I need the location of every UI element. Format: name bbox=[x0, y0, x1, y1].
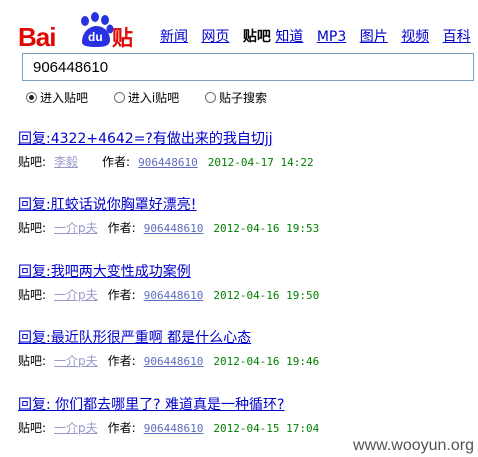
bar-label: 贴吧: bbox=[18, 221, 47, 235]
result-meta: 贴吧: 一介p夫 作者: 906448610 2012-04-15 17:04 bbox=[18, 419, 478, 436]
author-label: 作者: bbox=[107, 354, 136, 368]
bar-label: 贴吧: bbox=[18, 354, 47, 368]
radio-label: 贴子搜索 bbox=[219, 91, 268, 105]
radio-button-checked[interactable] bbox=[26, 92, 37, 103]
result-time: 2012-04-17 14:22 bbox=[207, 156, 314, 169]
result-uid-link[interactable]: 906448610 bbox=[144, 355, 204, 368]
result-meta: 贴吧: 一介p夫 作者: 906448610 2012-04-16 19:46 bbox=[18, 352, 478, 369]
author-label: 作者: bbox=[107, 288, 136, 302]
result-uid-link[interactable]: 906448610 bbox=[144, 222, 204, 235]
author-label: 作者: bbox=[107, 221, 136, 235]
result-meta: 贴吧: 李毅 作者: 906448610 2012-04-17 14:22 bbox=[18, 153, 478, 170]
result-title-link[interactable]: 回复: 你们都去哪里了? 难道真是一种循环? bbox=[18, 394, 478, 414]
result-author-link[interactable]: 一介p夫 bbox=[54, 419, 98, 436]
result-uid-link[interactable]: 906448610 bbox=[144, 289, 204, 302]
nav-item-baike[interactable]: 百科 bbox=[443, 29, 471, 45]
search-input[interactable] bbox=[23, 54, 473, 80]
nav-item-news[interactable]: 新闻 bbox=[160, 29, 188, 45]
result-time: 2012-04-15 17:04 bbox=[213, 422, 320, 435]
result-title-link[interactable]: 回复:4322+4642=?有做出来的我自切jj bbox=[18, 128, 478, 148]
result-author-link[interactable]: 李毅 bbox=[54, 153, 92, 170]
bar-label: 贴吧: bbox=[18, 421, 47, 435]
result-meta: 贴吧: 一介p夫 作者: 906448610 2012-04-16 19:50 bbox=[18, 286, 478, 303]
top-nav: 新闻 网页 贴吧 知道 MP3 图片 视频 百科 bbox=[160, 26, 478, 46]
nav-item-web[interactable]: 网页 bbox=[201, 29, 229, 45]
author-label: 作者: bbox=[107, 421, 136, 435]
watermark-text: www.wooyun.org bbox=[353, 437, 474, 454]
result-author-link[interactable]: 一介p夫 bbox=[54, 352, 98, 369]
result-title-link[interactable]: 回复:肛蛟话说你胸罩好漂亮! bbox=[18, 194, 478, 214]
result-meta: 贴吧: 一介p夫 作者: 906448610 2012-04-16 19:53 bbox=[18, 219, 478, 236]
search-mode-radios: 进入贴吧 进入i贴吧 贴子搜索 bbox=[26, 89, 289, 106]
nav-item-zhidao[interactable]: 知道 bbox=[275, 29, 303, 45]
result-time: 2012-04-16 19:46 bbox=[213, 355, 320, 368]
radio-button[interactable] bbox=[205, 92, 217, 103]
result-uid-link[interactable]: 906448610 bbox=[144, 422, 204, 435]
result-author-link[interactable]: 一介p夫 bbox=[54, 286, 98, 303]
nav-item-video[interactable]: 视频 bbox=[401, 29, 429, 45]
result-time: 2012-04-16 19:53 bbox=[213, 222, 320, 235]
logo-bai-text: Bai bbox=[18, 22, 56, 52]
radio-label: 进入i贴吧 bbox=[127, 91, 180, 105]
nav-item-mp3[interactable]: MP3 bbox=[317, 29, 346, 45]
radio-enter-tieba[interactable]: 进入贴吧 bbox=[26, 89, 88, 106]
nav-item-tieba: 贴吧 bbox=[242, 29, 271, 45]
radio-label: 进入贴吧 bbox=[40, 91, 89, 105]
radio-post-search[interactable]: 贴子搜索 bbox=[205, 89, 267, 106]
search-box bbox=[22, 53, 474, 81]
bar-label: 贴吧: bbox=[18, 288, 47, 302]
bar-label: 贴吧: bbox=[18, 155, 47, 169]
logo-du-text: du bbox=[88, 30, 103, 44]
result-author-link[interactable]: 一介p夫 bbox=[54, 219, 98, 236]
result-uid-link[interactable]: 906448610 bbox=[138, 156, 198, 169]
baidu-tieba-logo[interactable]: Bai du 贴吧 bbox=[18, 8, 148, 80]
radio-enter-itieba[interactable]: 进入i贴吧 bbox=[113, 89, 180, 106]
nav-item-images[interactable]: 图片 bbox=[360, 29, 388, 45]
result-time: 2012-04-16 19:50 bbox=[213, 289, 320, 302]
author-label: 作者: bbox=[102, 155, 131, 169]
result-item: 回复: 你们都去哪里了? 难道真是一种循环? 贴吧: 一介p夫 作者: 9064486… bbox=[18, 394, 478, 436]
result-title-link[interactable]: 回复:最近队形很严重啊 都是什么心态 bbox=[18, 327, 478, 347]
result-item: 回复:最近队形很严重啊 都是什么心态 贴吧: 一介p夫 作者: 906448610 20… bbox=[18, 327, 478, 369]
radio-button[interactable] bbox=[113, 92, 125, 103]
result-title-link[interactable]: 回复:我吧两大变性成功案例 bbox=[18, 261, 478, 281]
result-item: 回复:我吧两大变性成功案例 贴吧: 一介p夫 作者: 906448610 2012-04… bbox=[18, 261, 478, 303]
result-item: 回复:肛蛟话说你胸罩好漂亮! 贴吧: 一介p夫 作者: 906448610 2012-0… bbox=[18, 194, 478, 236]
result-item: 回复:4322+4642=?有做出来的我自切jj 贴吧: 李毅 作者: 9064486… bbox=[18, 128, 478, 170]
